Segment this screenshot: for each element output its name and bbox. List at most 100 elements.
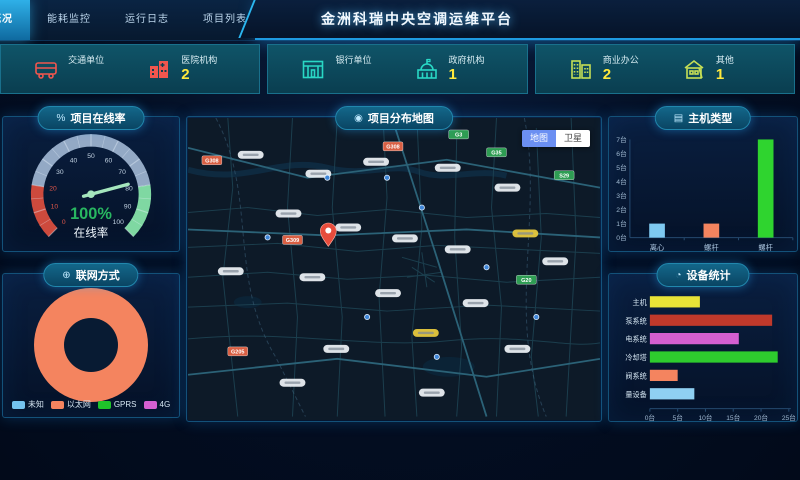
map-place-marker[interactable] [419, 389, 445, 397]
stat-card-office-other: 商业办公 2 其他 1 [535, 44, 795, 94]
chart-text: G3 [455, 133, 462, 139]
chart-text: 量设备 [625, 390, 646, 399]
legend-swatch [51, 401, 64, 409]
chart-text: 泵系统 [625, 316, 646, 325]
bar-电系统 [650, 333, 739, 344]
panel-title: 项目分布地图 [368, 110, 434, 126]
stat-label: 交通单位 [68, 55, 114, 65]
road-badge-G309: G309 [283, 235, 303, 244]
road-badge-S29: S29 [554, 171, 574, 180]
bar-冷却塔 [650, 351, 778, 362]
stat-transport: 交通单位 [33, 55, 114, 82]
chart-text: 20 [49, 186, 57, 193]
map-place-marker[interactable] [392, 234, 418, 242]
map-mode-button[interactable]: 地图 [522, 130, 556, 147]
map-place-marker[interactable] [299, 273, 325, 281]
legend-label: GPRS [114, 400, 137, 409]
bar-主机 [650, 296, 700, 307]
hospital-icon [146, 56, 172, 82]
panel-project-map: ◉ 项目分布地图 [186, 116, 602, 422]
bar-泵系统 [650, 315, 772, 326]
chart-text: 40 [70, 157, 78, 164]
map-place-marker[interactable] [512, 229, 538, 237]
page-title: 金洲科瑞中央空调运维平台 [321, 0, 513, 38]
chart-text: G205 [231, 350, 244, 356]
legend-item-1[interactable]: 以太网 [51, 399, 91, 410]
stats-icon: ◔ [675, 270, 681, 281]
map-project-dot[interactable] [365, 314, 370, 319]
chart-text: 螺杆 [704, 243, 719, 252]
map-canvas[interactable]: G308G308G309G205G3G35G20S29 地图 卫星 [188, 118, 600, 420]
map-project-dot[interactable] [534, 314, 539, 319]
map-place-marker[interactable] [218, 267, 244, 275]
chart-text: 离心 [650, 243, 665, 252]
map-place-marker[interactable] [375, 289, 401, 297]
office-icon [568, 56, 594, 82]
stat-label: 政府机构 [449, 55, 495, 65]
legend-item-2[interactable]: GPRS [98, 399, 137, 410]
nav-tab-0[interactable]: 概况 [0, 0, 30, 40]
nav-tab-2[interactable]: 运行日志 [108, 0, 186, 40]
host-type-bars: 0台1台2台3台4台5台6台7台离心螺杆螺杆 [609, 129, 797, 256]
chart-text: 螺杆 [758, 243, 773, 252]
map-place-marker[interactable] [495, 184, 521, 192]
chart-text: G308 [205, 159, 218, 165]
satellite-mode-button[interactable]: 卫星 [556, 130, 590, 147]
map-place-marker[interactable] [335, 223, 361, 231]
stat-card-bank-government: 银行单位 政府机构 1 [267, 44, 527, 94]
stat-bank: 银行单位 [300, 55, 381, 82]
map-place-marker[interactable] [445, 245, 471, 253]
stat-government: 政府机构 1 [414, 55, 495, 83]
road-badge-G3: G3 [449, 130, 469, 139]
panel-title: 主机类型 [688, 110, 732, 126]
stat-value [335, 66, 381, 83]
gauge-label: 在线率 [74, 226, 109, 240]
map-project-dot[interactable] [434, 354, 439, 359]
map-svg: G308G308G309G205G3G35G20S29 [188, 118, 600, 417]
road-badge-G35: G35 [487, 148, 507, 157]
map-place-marker[interactable] [413, 329, 439, 337]
map-place-marker[interactable] [504, 345, 530, 353]
panel-title: 设备统计 [687, 267, 731, 283]
map-project-dot[interactable] [419, 205, 424, 210]
map-place-marker[interactable] [238, 151, 264, 159]
legend-swatch [98, 401, 111, 409]
map-place-marker[interactable] [363, 158, 389, 166]
chart-text: 70 [118, 169, 126, 176]
panel-network-type: ⊕ 联网方式 未知以太网GPRS4G [2, 273, 180, 418]
chart-text: 80 [125, 186, 133, 193]
nav-tab-1[interactable]: 能耗监控 [30, 0, 108, 40]
map-project-dot[interactable] [384, 175, 389, 180]
bar-离心 [649, 224, 665, 238]
map-place-marker[interactable] [276, 210, 302, 218]
chart-text: G308 [386, 145, 399, 151]
map-icon: ◉ [354, 113, 363, 124]
legend-item-0[interactable]: 未知 [12, 399, 44, 410]
chart-text: 20台 [754, 413, 768, 422]
stat-label: 其他 [716, 55, 762, 65]
map-place-marker[interactable] [463, 299, 489, 307]
map-project-dot[interactable] [265, 235, 270, 240]
map-place-marker[interactable] [542, 257, 568, 265]
map-place-marker[interactable] [435, 164, 461, 172]
stat-label: 商业办公 [603, 55, 649, 65]
gauge-value: 100% [70, 205, 112, 223]
map-place-marker[interactable] [323, 345, 349, 353]
device-stats-bars: 主机泵系统电系统冷却塔阀系统量设备0台5台10台15台20台25台 [609, 286, 797, 431]
chart-text: S29 [559, 174, 569, 180]
bar-阀系统 [650, 370, 678, 381]
network-legend: 未知以太网 GPRS 4G [3, 399, 179, 410]
map-project-dot[interactable] [484, 265, 489, 270]
map-place-marker[interactable] [280, 379, 306, 387]
panel-host-type: ▤ 主机类型 0台1台2台3台4台5台6台7台离心螺杆螺杆 [608, 116, 798, 252]
chart-text: 30 [56, 169, 64, 176]
chart-text: 主机 [633, 298, 647, 307]
bus-icon [33, 56, 59, 82]
chart-text: 1台 [616, 219, 627, 228]
host-icon: ▤ [674, 113, 683, 124]
map-project-dot[interactable] [325, 175, 330, 180]
road-badge-G308: G308 [383, 142, 403, 151]
panel-title: 项目在线率 [70, 110, 125, 126]
legend-item-3[interactable]: 4G [144, 399, 171, 410]
chart-text: 100 [113, 219, 124, 226]
